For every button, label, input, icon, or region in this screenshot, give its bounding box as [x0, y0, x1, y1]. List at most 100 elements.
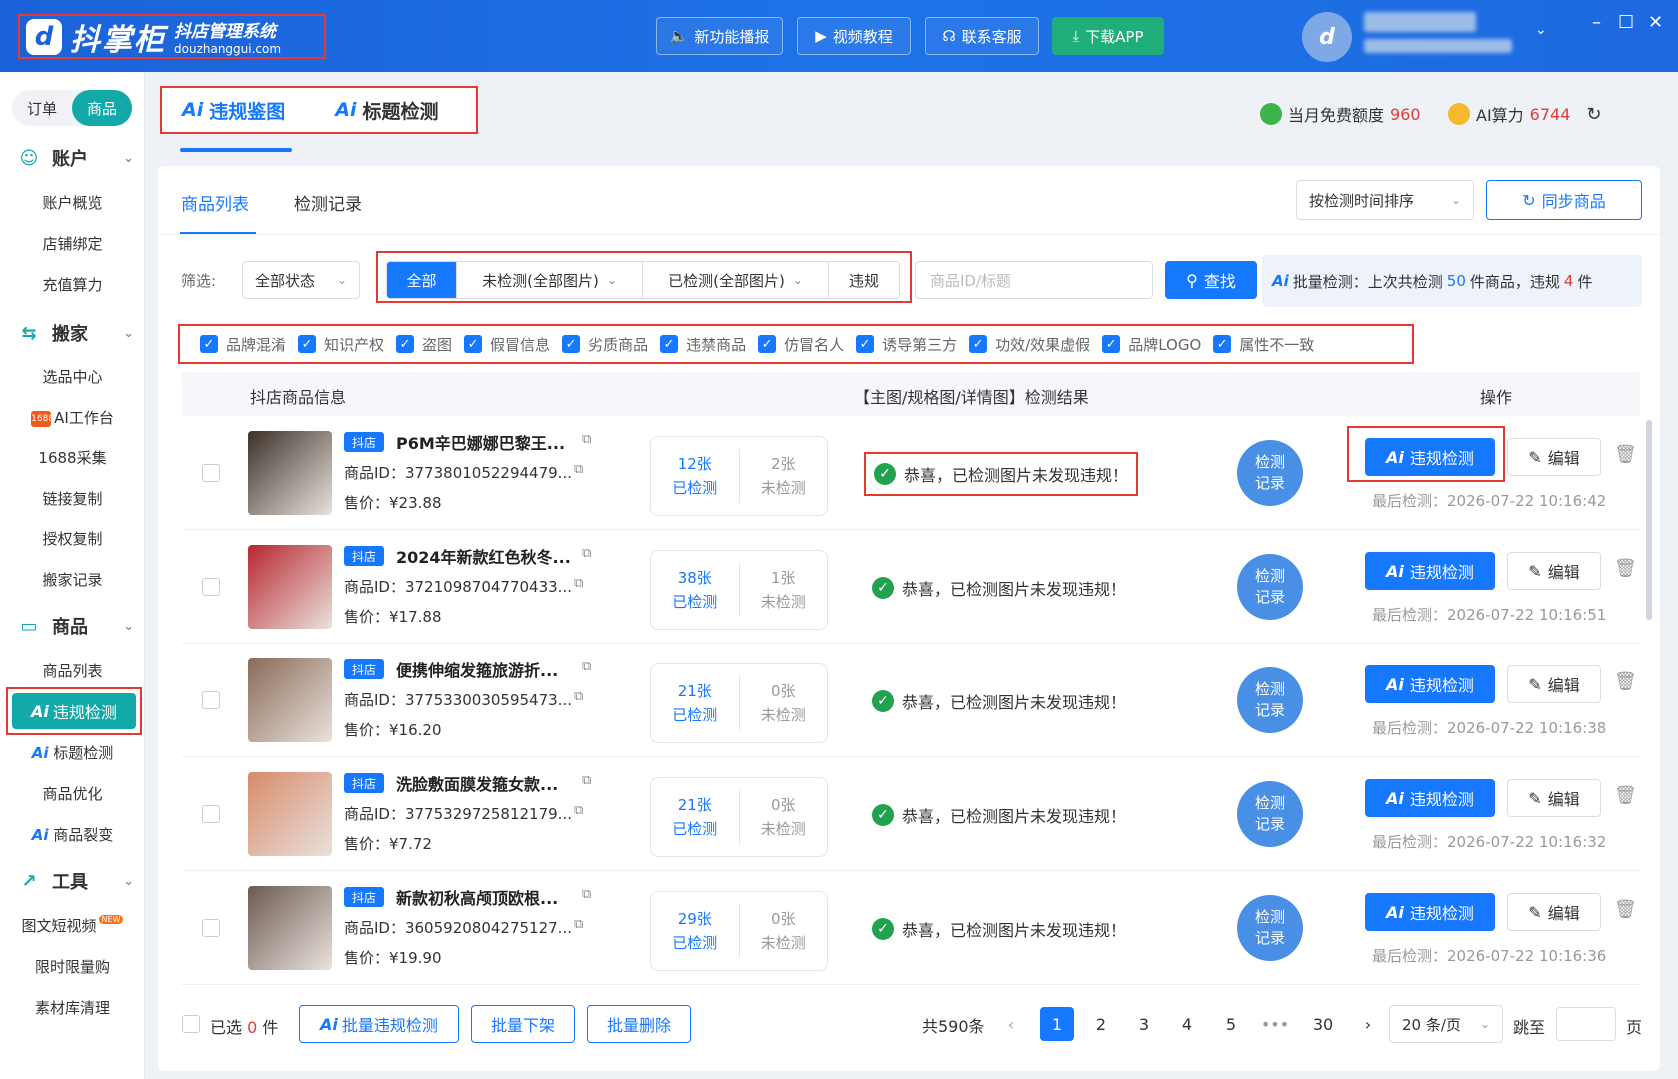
maximize-icon[interactable]: ☐ — [1618, 12, 1634, 33]
copy-icon[interactable]: ⧉ — [574, 917, 583, 932]
product-thumbnail[interactable] — [248, 658, 332, 742]
edit-button[interactable]: ✎ 编辑 — [1507, 779, 1601, 817]
refresh-icon[interactable]: ↻ — [1586, 104, 1601, 125]
product-thumbnail[interactable] — [248, 772, 332, 856]
sidebar-item-violation-check[interactable]: Ai 违规检测 — [6, 687, 142, 735]
avatar[interactable]: d — [1302, 12, 1352, 62]
trash-icon[interactable]: 🗑 — [1614, 785, 1637, 806]
row-checkbox[interactable] — [202, 805, 220, 823]
sidebar-item-product-optimize[interactable]: 商品优化 — [0, 783, 145, 804]
sidebar-item-link-copy[interactable]: 链接复制 — [0, 488, 145, 509]
page-5[interactable]: 5 — [1214, 1007, 1248, 1041]
violation-check-button[interactable]: Ai 违规检测 — [1365, 438, 1495, 476]
sidebar-item-flash-sale[interactable]: 限时限量购 — [0, 956, 145, 977]
product-title[interactable]: 便携伸缩发箍旅游折... — [396, 657, 558, 681]
edit-button[interactable]: ✎ 编辑 — [1507, 665, 1601, 703]
copy-icon[interactable]: ⧉ — [582, 546, 591, 561]
page-ellipsis[interactable]: ••• — [1258, 1007, 1292, 1041]
edit-button[interactable]: ✎ 编辑 — [1507, 893, 1601, 931]
checkbox-attr-mismatch[interactable]: ✓ — [1213, 335, 1232, 353]
search-input[interactable]: 商品ID/标题 — [915, 261, 1153, 299]
product-title[interactable]: 2024年新款红色秋冬... — [396, 544, 571, 568]
check-records-button[interactable]: 检测 记录 — [1237, 895, 1303, 961]
close-icon[interactable]: ✕ — [1648, 12, 1663, 33]
select-all-checkbox[interactable] — [182, 1015, 200, 1033]
copy-icon[interactable]: ⧉ — [574, 576, 583, 591]
check-records-button[interactable]: 检测 记录 — [1237, 667, 1303, 733]
download-app-button[interactable]: ⤓ 下载APP — [1052, 17, 1164, 55]
search-button[interactable]: ⚲ 查找 — [1165, 261, 1257, 299]
filter-unchecked[interactable]: 未检测(全部图片) ⌄ — [457, 262, 643, 298]
sidebar-group-account[interactable]: ☺ 账户 ⌄ — [18, 145, 134, 171]
tab-product-list[interactable]: 商品列表 — [181, 190, 249, 215]
checkbox-brand-confusion[interactable]: ✓ — [200, 335, 218, 353]
sidebar-item-ai-workbench[interactable]: 1688AI工作台 — [0, 407, 145, 428]
trash-icon[interactable]: 🗑 — [1614, 558, 1637, 579]
mode-orders[interactable]: 订单 — [12, 90, 72, 126]
row-checkbox[interactable] — [202, 578, 220, 596]
sidebar-item-product-list[interactable]: 商品列表 — [0, 660, 145, 681]
batch-violation-check-button[interactable]: Ai 批量违规检测 — [299, 1005, 459, 1043]
product-thumbnail[interactable] — [248, 431, 332, 515]
check-records-button[interactable]: 检测 记录 — [1237, 781, 1303, 847]
checkbox-ip[interactable]: ✓ — [298, 335, 317, 353]
checkbox-third-party[interactable]: ✓ — [856, 335, 875, 353]
filter-all[interactable]: 全部 — [387, 262, 457, 298]
trash-icon[interactable]: 🗑 — [1614, 444, 1637, 465]
tab-check-records[interactable]: 检测记录 — [294, 190, 362, 215]
tab-violation-image[interactable]: Ai 违规鉴图 — [182, 97, 285, 124]
product-thumbnail[interactable] — [248, 545, 332, 629]
page-30[interactable]: 30 — [1306, 1007, 1340, 1041]
status-select[interactable]: 全部状态 ⌄ — [242, 261, 360, 299]
page-4[interactable]: 4 — [1170, 1007, 1204, 1041]
sidebar-group-tools[interactable]: ↗ 工具 ⌄ — [18, 868, 134, 894]
video-tutorial-button[interactable]: ▶ 视频教程 — [797, 17, 911, 55]
copy-icon[interactable]: ⧉ — [574, 803, 583, 818]
violation-check-button[interactable]: Ai 违规检测 — [1365, 779, 1495, 817]
copy-icon[interactable]: ⧉ — [582, 773, 591, 788]
checkbox-brand-logo[interactable]: ✓ — [1102, 335, 1121, 353]
row-checkbox[interactable] — [202, 464, 220, 482]
row-checkbox[interactable] — [202, 691, 220, 709]
sidebar-item-active[interactable]: Ai 违规检测 — [12, 693, 136, 729]
copy-icon[interactable]: ⧉ — [582, 887, 591, 902]
product-title[interactable]: P6M辛巴娜娜巴黎王... — [396, 430, 565, 454]
sidebar-group-migrate[interactable]: ⇆ 搬家 ⌄ — [18, 320, 134, 346]
new-features-button[interactable]: 🔈 新功能播报 — [656, 17, 783, 55]
copy-icon[interactable]: ⧉ — [574, 689, 583, 704]
page-2[interactable]: 2 — [1084, 1007, 1118, 1041]
filter-violation[interactable]: 违规 — [829, 262, 899, 298]
mode-switch[interactable]: 订单 商品 — [12, 90, 132, 126]
sidebar-group-products[interactable]: ▭ 商品 ⌄ — [18, 613, 134, 639]
account-chevron-down-icon[interactable]: ⌄ — [1535, 22, 1547, 38]
sidebar-item-auth-copy[interactable]: 授权复制 — [0, 528, 145, 549]
copy-icon[interactable]: ⧉ — [582, 659, 591, 674]
violation-check-button[interactable]: Ai 违规检测 — [1365, 893, 1495, 931]
checkbox-celebrity[interactable]: ✓ — [758, 335, 777, 353]
trash-icon[interactable]: 🗑 — [1614, 671, 1637, 692]
prev-page-icon[interactable]: ‹ — [994, 1007, 1028, 1041]
sidebar-item-title-check[interactable]: Ai 标题检测 — [0, 742, 145, 763]
table-scrollbar[interactable] — [1646, 420, 1652, 620]
checkbox-prohibited[interactable]: ✓ — [660, 335, 679, 353]
product-title[interactable]: 洗脸敷面膜发箍女款... — [396, 771, 558, 795]
edit-button[interactable]: ✎ 编辑 — [1507, 438, 1601, 476]
jump-page-input[interactable] — [1556, 1007, 1616, 1041]
page-size-select[interactable]: 20 条/页 ⌄ — [1389, 1005, 1503, 1043]
row-checkbox[interactable] — [202, 919, 220, 937]
sidebar-item-product-fission[interactable]: Ai 商品裂变 — [0, 824, 145, 845]
sidebar-item-1688-collect[interactable]: 1688采集 — [0, 447, 145, 468]
tab-title-check[interactable]: Ai 标题检测 — [335, 97, 438, 124]
checkbox-image-theft[interactable]: ✓ — [396, 335, 415, 353]
check-records-button[interactable]: 检测 记录 — [1237, 554, 1303, 620]
edit-button[interactable]: ✎ 编辑 — [1507, 552, 1601, 590]
batch-delist-button[interactable]: 批量下架 — [471, 1005, 575, 1043]
trash-icon[interactable]: 🗑 — [1614, 899, 1637, 920]
violation-check-button[interactable]: Ai 违规检测 — [1365, 552, 1495, 590]
sidebar-item-shop-binding[interactable]: 店铺绑定 — [0, 233, 145, 254]
sync-products-button[interactable]: ↻ 同步商品 — [1486, 180, 1642, 220]
sidebar-item-migrate-records[interactable]: 搬家记录 — [0, 569, 145, 590]
sidebar-item-selection-center[interactable]: 选品中心 — [0, 366, 145, 387]
copy-icon[interactable]: ⧉ — [574, 462, 583, 477]
product-title[interactable]: 新款初秋高颅顶欧根... — [396, 885, 558, 909]
